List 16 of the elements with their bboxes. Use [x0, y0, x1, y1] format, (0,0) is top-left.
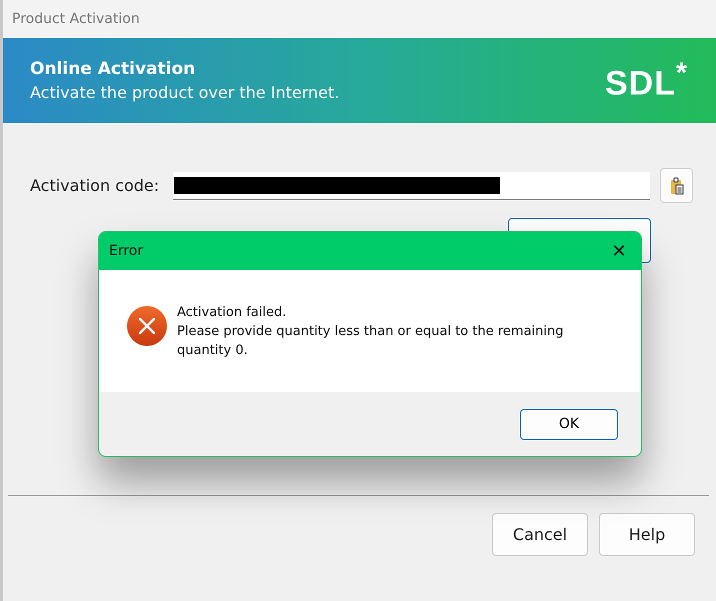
field-label: Activation code:	[30, 176, 160, 195]
ok-button[interactable]: OK	[520, 408, 618, 440]
dialog-title: Error	[109, 243, 144, 259]
logo: SDL$^{*}$	[604, 57, 688, 104]
close-button[interactable]: ✕	[597, 232, 641, 270]
error-message: Please provide quantity less than or equal to the remaining quantity 0.	[177, 323, 564, 360]
activation-code-field[interactable]	[173, 172, 650, 200]
dialog-button[interactable]: Cancel	[492, 513, 588, 556]
window-title: Product Activation	[12, 11, 140, 27]
banner-subtitle: Activate the product over the Internet.	[30, 83, 340, 102]
dialog-button[interactable]: Help	[599, 513, 695, 556]
error-message: Activation failed.	[177, 304, 288, 322]
banner-title: Online Activation	[30, 59, 196, 79]
paste-button[interactable]	[660, 168, 693, 203]
clipboard-icon	[670, 176, 684, 194]
error-icon	[127, 306, 167, 346]
